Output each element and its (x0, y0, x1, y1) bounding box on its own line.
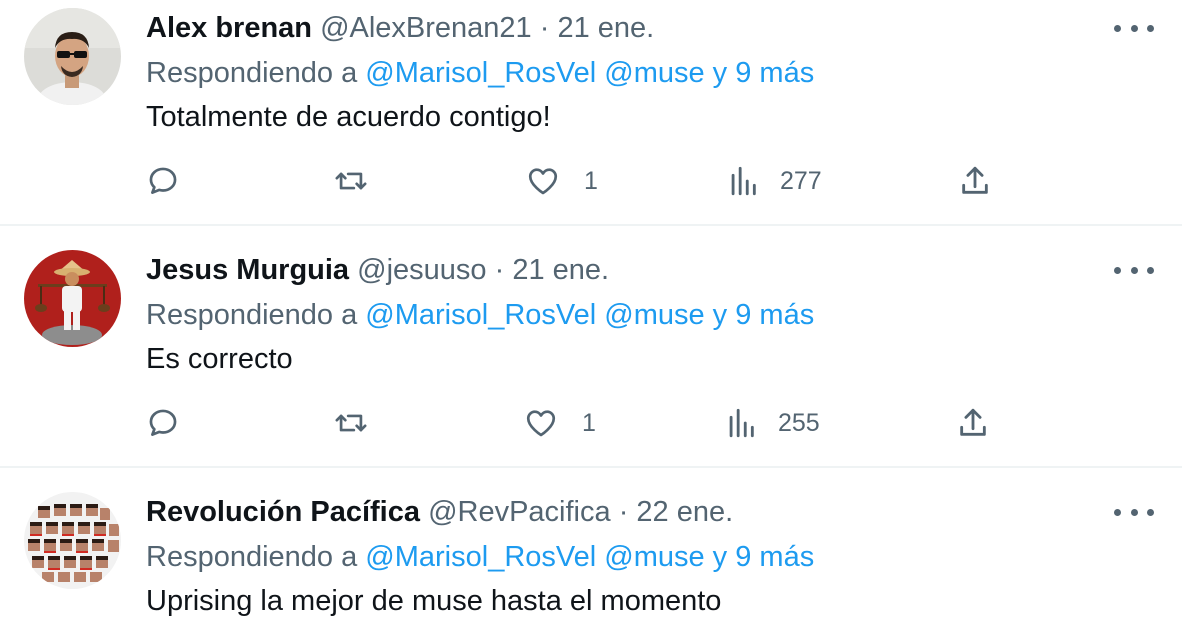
replying-to: Respondiendo a @Marisol_RosVel @muse y 9… (146, 539, 814, 575)
replying-to: Respondiendo a @Marisol_RosVel @muse y 9… (146, 55, 814, 91)
retweet-icon (335, 172, 367, 190)
reply-icon (149, 409, 177, 436)
views-button[interactable]: 277 (726, 161, 822, 201)
like-count: 1 (584, 166, 598, 195)
replying-to-label: Respondiendo a (146, 299, 358, 331)
reply-mentions-link[interactable]: @Marisol_RosVel @muse y 9 más (365, 541, 814, 573)
views-count: 255 (778, 408, 820, 437)
user-handle[interactable]: @RevPacifica (428, 496, 611, 528)
heart-icon (528, 168, 558, 195)
replying-to-label: Respondiendo a (146, 541, 358, 573)
share-button[interactable] (956, 403, 990, 443)
views-icon (731, 166, 756, 196)
avatar[interactable] (24, 492, 121, 589)
retweet-button[interactable] (334, 161, 368, 201)
tweet-actions: 1 255 (146, 403, 1026, 443)
timestamp[interactable]: 21 ene. (557, 12, 654, 44)
reply-feed: Alex brenan @AlexBrenan21 · 21 ene. Resp… (0, 0, 1182, 642)
replying-to-label: Respondiendo a (146, 57, 358, 89)
reply-icon (149, 167, 177, 194)
tweet-text: Es correcto (146, 343, 293, 375)
tweet-header: Jesus Murguia @jesuuso · 21 ene. (146, 252, 609, 288)
share-icon (960, 408, 986, 436)
like-count: 1 (582, 408, 596, 437)
tweet-text: Uprising la mejor de muse hasta el momen… (146, 585, 722, 617)
display-name[interactable]: Revolución Pacífica (146, 496, 420, 528)
reply-mentions-link[interactable]: @Marisol_RosVel @muse y 9 más (365, 57, 814, 89)
views-button[interactable]: 255 (724, 403, 820, 443)
user-handle[interactable]: @AlexBrenan21 (320, 12, 532, 44)
share-button[interactable] (958, 161, 992, 201)
separator-dot: · (539, 12, 550, 44)
more-icon[interactable] (1114, 260, 1154, 280)
more-icon[interactable] (1114, 18, 1154, 38)
reply-button[interactable] (146, 403, 180, 443)
replying-to: Respondiendo a @Marisol_RosVel @muse y 9… (146, 297, 814, 333)
retweet-icon (335, 414, 367, 432)
avatar[interactable] (24, 8, 121, 105)
share-icon (962, 166, 988, 194)
separator-dot: · (618, 496, 629, 528)
heart-icon (526, 410, 556, 437)
tweet-header: Revolución Pacífica @RevPacifica · 22 en… (146, 494, 733, 530)
reply-button[interactable] (146, 161, 180, 201)
separator-dot: · (494, 254, 505, 286)
display-name[interactable]: Alex brenan (146, 12, 312, 44)
tweet[interactable]: Revolución Pacífica @RevPacifica · 22 en… (0, 468, 1182, 642)
user-handle[interactable]: @jesuuso (357, 254, 486, 286)
views-icon (729, 408, 754, 438)
more-icon[interactable] (1114, 502, 1154, 522)
views-count: 277 (780, 166, 822, 195)
display-name[interactable]: Jesus Murguia (146, 254, 349, 286)
tweet-header: Alex brenan @AlexBrenan21 · 21 ene. (146, 10, 654, 46)
tweet[interactable]: Jesus Murguia @jesuuso · 21 ene. Respond… (0, 226, 1182, 466)
timestamp[interactable]: 21 ene. (512, 254, 609, 286)
tweet-actions: 1 277 (146, 161, 1026, 201)
timestamp[interactable]: 22 ene. (636, 496, 733, 528)
avatar[interactable] (24, 250, 121, 347)
retweet-button[interactable] (334, 403, 368, 443)
tweet[interactable]: Alex brenan @AlexBrenan21 · 21 ene. Resp… (0, 0, 1182, 224)
tweet-text: Totalmente de acuerdo contigo! (146, 101, 551, 133)
reply-mentions-link[interactable]: @Marisol_RosVel @muse y 9 más (365, 299, 814, 331)
like-button[interactable]: 1 (524, 403, 596, 443)
like-button[interactable]: 1 (526, 161, 598, 201)
